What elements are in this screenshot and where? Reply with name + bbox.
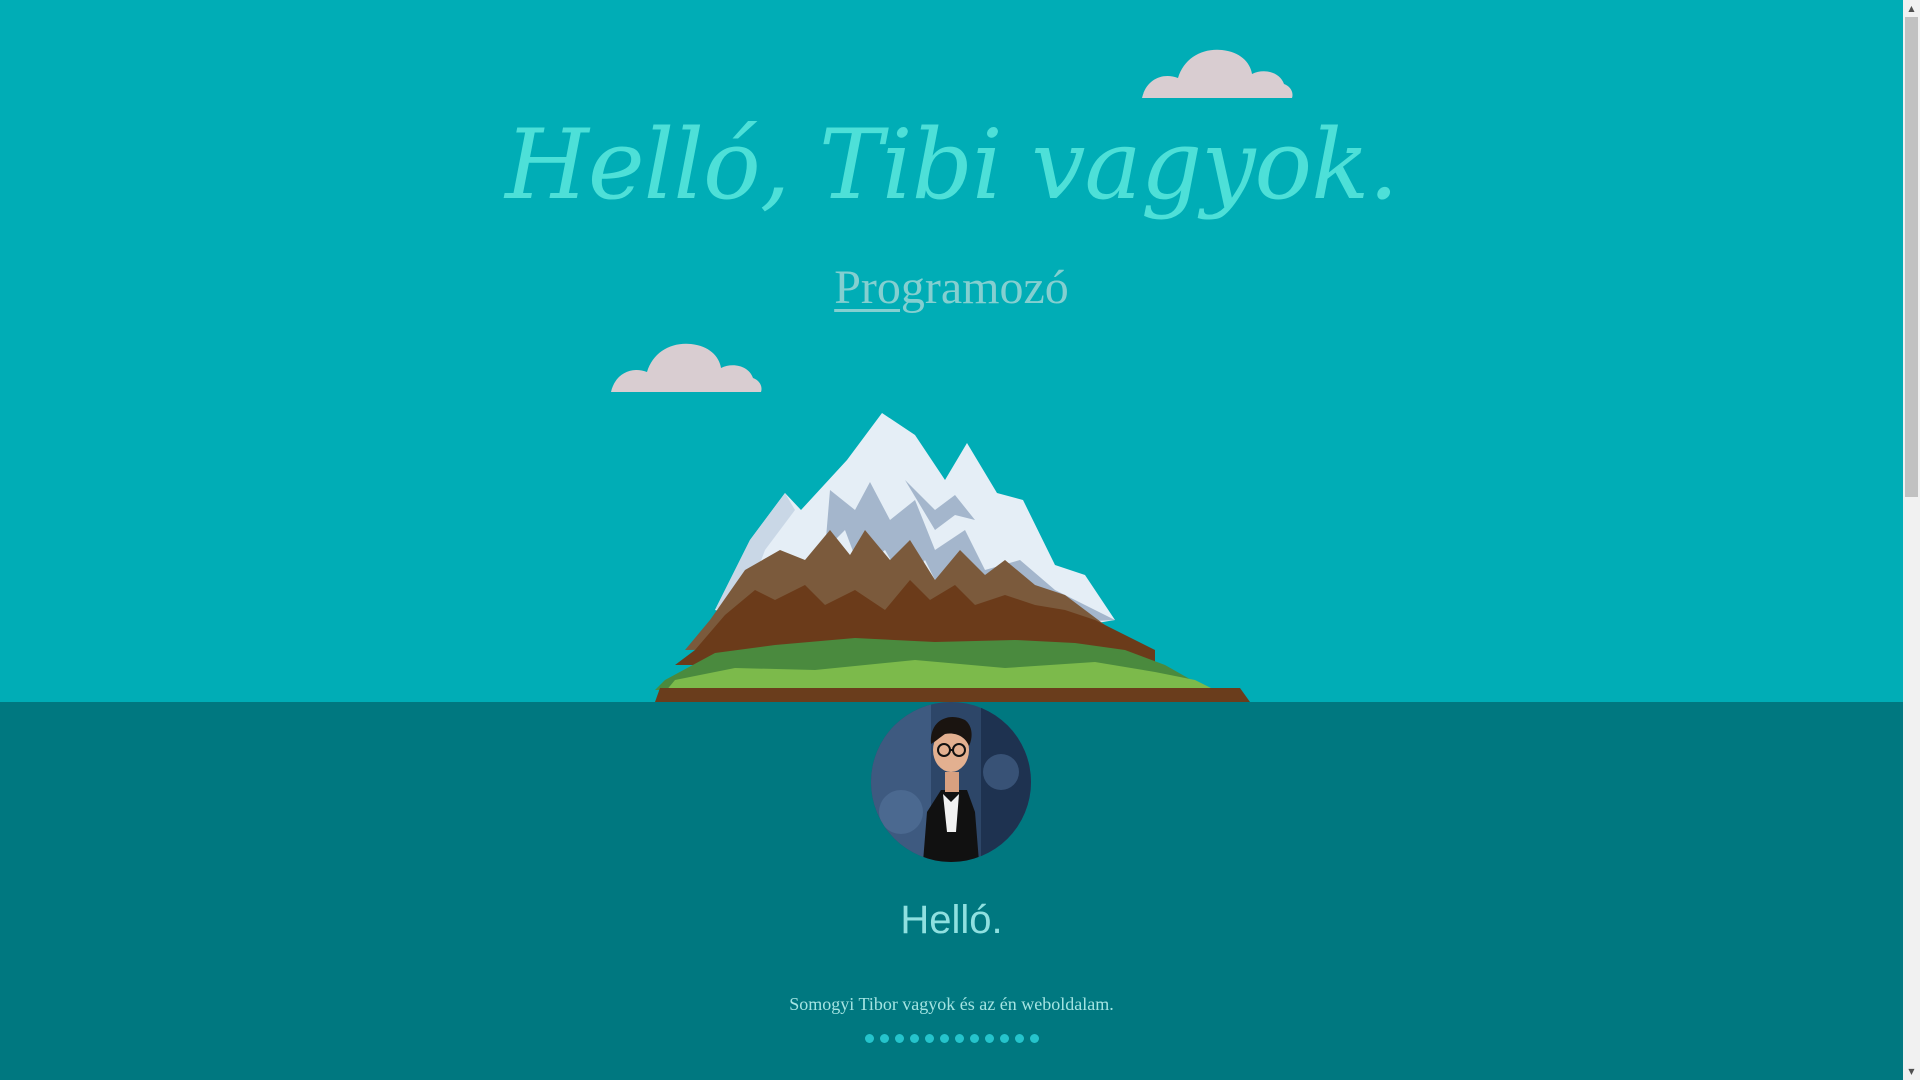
divider-dot — [969, 1034, 979, 1043]
divider-dot — [954, 1034, 964, 1043]
divider-dot — [1014, 1034, 1024, 1043]
divider-dot — [879, 1034, 889, 1043]
divider-dot — [894, 1034, 904, 1043]
hero-subtitle: Programozó — [0, 258, 1903, 318]
about-heading: Helló. — [900, 898, 1003, 942]
subtitle-typed-part: Prog — [834, 261, 925, 314]
divider-dot — [909, 1034, 919, 1043]
divider-dot — [984, 1034, 994, 1043]
hero-section: Helló, Tibi vagyok. Programozó — [0, 0, 1903, 702]
profile-photo — [871, 702, 1031, 862]
divider-dot — [864, 1034, 874, 1043]
about-text: Somogyi Tibor vagyok és az én weboldalam… — [789, 994, 1114, 1014]
divider-dot — [999, 1034, 1009, 1043]
cloud-icon — [1142, 49, 1293, 98]
cloud-icon — [611, 343, 762, 392]
scrollbar-thumb[interactable] — [1905, 17, 1918, 497]
scroll-up-icon[interactable]: ▲ — [1903, 0, 1920, 17]
scroll-down-icon[interactable]: ▼ — [1903, 1063, 1920, 1080]
divider-dot — [939, 1034, 949, 1043]
page: Helló, Tibi vagyok. Programozó Helló. So… — [0, 0, 1903, 1080]
hero-title: Helló, Tibi vagyok. — [505, 109, 1399, 221]
mountain-illustration — [655, 413, 1250, 702]
subtitle-rest-part: ramozó — [924, 261, 1069, 314]
divider-dot — [1029, 1034, 1039, 1043]
vertical-scrollbar[interactable]: ▲ ▼ — [1903, 0, 1920, 1080]
divider-dot — [924, 1034, 934, 1043]
dot-divider — [0, 1034, 1903, 1043]
avatar — [871, 702, 1031, 862]
